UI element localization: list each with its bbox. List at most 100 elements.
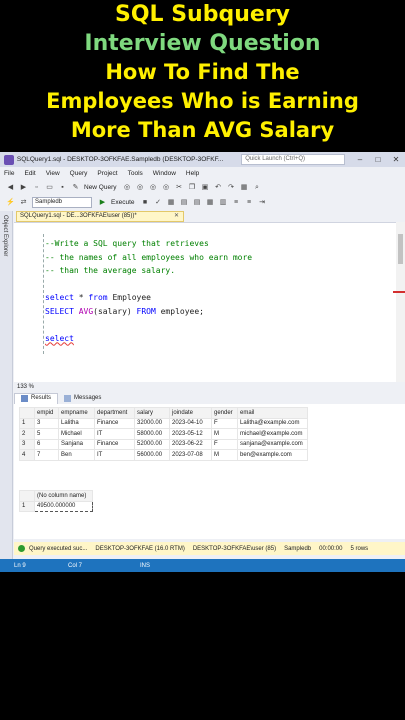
table-cell[interactable]: IT — [94, 428, 135, 440]
grid-corner[interactable] — [19, 407, 35, 419]
col-header[interactable]: empname — [58, 407, 95, 419]
table-cell[interactable]: 58000.00 — [134, 428, 170, 440]
table-cell[interactable]: 7 — [34, 449, 59, 461]
table-cell[interactable]: Ben — [58, 449, 95, 461]
sql-code[interactable]: --Write a SQL query that retrieves -- th… — [45, 237, 252, 345]
table-cell[interactable]: F — [211, 417, 238, 429]
undo-icon[interactable]: ↶ — [214, 183, 223, 192]
redo-icon[interactable]: ↷ — [227, 183, 236, 192]
table-cell[interactable]: 2023-06-22 — [169, 438, 212, 450]
debug-icon[interactable]: ▦ — [240, 183, 249, 192]
table-cell[interactable]: M — [211, 428, 238, 440]
menu-file[interactable]: File — [4, 170, 14, 177]
col-header[interactable]: (No column name) — [34, 490, 93, 502]
minimize-icon[interactable]: – — [351, 155, 369, 164]
connect-icon[interactable]: ⚡ — [6, 198, 15, 207]
table-cell[interactable]: 5 — [34, 428, 59, 440]
row-number[interactable]: 4 — [19, 449, 35, 461]
menu-edit[interactable]: Edit — [24, 170, 35, 177]
indent-icon[interactable]: ⇥ — [258, 198, 267, 207]
dmx-icon[interactable]: ◎ — [149, 183, 158, 192]
quick-launch-input[interactable]: Quick Launch (Ctrl+Q) — [241, 154, 345, 165]
table-cell[interactable]: 2023-04-10 — [169, 417, 212, 429]
plan-icon[interactable]: ▦ — [167, 198, 176, 207]
close-icon[interactable]: ✕ — [387, 155, 405, 164]
col-header[interactable]: joindate — [169, 407, 212, 419]
xmla-icon[interactable]: ◎ — [162, 183, 171, 192]
menu-project[interactable]: Project — [97, 170, 117, 177]
back-icon[interactable]: ◀ — [6, 183, 15, 192]
results-grid-icon[interactable]: ▦ — [206, 198, 215, 207]
col-header[interactable]: department — [94, 407, 135, 419]
save-icon[interactable]: ▪ — [58, 183, 67, 192]
menu-help[interactable]: Help — [186, 170, 199, 177]
row-number[interactable]: 1 — [19, 500, 35, 512]
results-file-icon[interactable]: ▥ — [219, 198, 228, 207]
row-number[interactable]: 3 — [19, 438, 35, 450]
table-cell[interactable]: 3 — [34, 417, 59, 429]
menu-tools[interactable]: Tools — [128, 170, 143, 177]
database-select[interactable]: Sampledb — [32, 197, 92, 208]
editor-vertical-scrollbar[interactable] — [396, 222, 405, 382]
table-cell[interactable]: Finance — [94, 417, 135, 429]
table-cell[interactable]: 2023-07-08 — [169, 449, 212, 461]
row-number[interactable]: 1 — [19, 417, 35, 429]
new-query-button[interactable]: New Query — [84, 184, 117, 191]
comment-icon[interactable]: ≡ — [232, 198, 241, 207]
col-header[interactable]: salary — [134, 407, 170, 419]
table-cell[interactable]: 32000.00 — [134, 417, 170, 429]
col-header[interactable]: empid — [34, 407, 59, 419]
tab-sqlquery1[interactable]: SQLQuery1.sql - DE...3OFKFAE\user (85))*… — [16, 211, 184, 222]
grid-corner[interactable] — [19, 490, 35, 502]
zoom-level-select[interactable]: 133 % — [17, 384, 34, 390]
find-icon[interactable]: ⌕ — [253, 183, 262, 192]
table-cell[interactable]: F — [211, 438, 238, 450]
cut-icon[interactable]: ✂ — [175, 183, 184, 192]
table-cell[interactable]: michael@example.com — [237, 428, 308, 440]
editor-scroll-thumb[interactable] — [398, 234, 403, 264]
execute-button[interactable]: Execute — [111, 199, 135, 206]
tab-close-icon[interactable]: ✕ — [174, 212, 179, 221]
table-cell[interactable]: Lalitha@example.com — [237, 417, 308, 429]
row-number[interactable]: 2 — [19, 428, 35, 440]
table-cell[interactable]: M — [211, 449, 238, 461]
results-text-icon[interactable]: ▤ — [193, 198, 202, 207]
table-cell[interactable]: 56000.00 — [134, 449, 170, 461]
menu-view[interactable]: View — [46, 170, 60, 177]
paste-icon[interactable]: ▣ — [201, 183, 210, 192]
table-cell[interactable]: 2023-05-12 — [169, 428, 212, 440]
table-row: 3 6 Sanjana Finance 52000.00 2023-06-22 … — [19, 438, 308, 450]
table-cell[interactable]: 52000.00 — [134, 438, 170, 450]
table-cell[interactable]: Finance — [94, 438, 135, 450]
menu-window[interactable]: Window — [153, 170, 176, 177]
query-editor[interactable]: --Write a SQL query that retrieves -- th… — [14, 222, 396, 383]
query-options-icon[interactable]: ▤ — [180, 198, 189, 207]
table-cell[interactable]: Sanjana — [58, 438, 95, 450]
change-connection-icon[interactable]: ⇄ — [19, 198, 28, 207]
table-cell[interactable]: ben@example.com — [237, 449, 308, 461]
col-header[interactable]: gender — [211, 407, 238, 419]
table-cell[interactable]: IT — [94, 449, 135, 461]
maximize-icon[interactable]: □ — [369, 155, 387, 164]
table-cell[interactable]: Lalitha — [58, 417, 95, 429]
table-cell[interactable]: Michael — [58, 428, 95, 440]
copy-icon[interactable]: ❐ — [188, 183, 197, 192]
stop-icon[interactable]: ■ — [141, 198, 150, 207]
col-header[interactable]: email — [237, 407, 308, 419]
mdx-icon[interactable]: ◎ — [136, 183, 145, 192]
table-cell[interactable]: 6 — [34, 438, 59, 450]
execute-icon[interactable]: ▶ — [98, 198, 107, 207]
new-query-icon[interactable]: ✎ — [71, 183, 80, 192]
object-explorer-strip[interactable]: Object Explorer — [0, 211, 13, 566]
tab-results[interactable]: Results — [14, 392, 59, 404]
db-query-icon[interactable]: ◎ — [123, 183, 132, 192]
open-icon[interactable]: ▭ — [45, 183, 54, 192]
parse-icon[interactable]: ✓ — [154, 198, 163, 207]
table-cell[interactable]: 49500.000000 — [34, 500, 93, 512]
new-file-icon[interactable]: ▫ — [32, 183, 41, 192]
uncomment-icon[interactable]: ≡ — [245, 198, 254, 207]
tab-messages[interactable]: Messages — [58, 393, 107, 404]
table-cell[interactable]: sanjana@example.com — [237, 438, 308, 450]
forward-icon[interactable]: ▶ — [19, 183, 28, 192]
menu-query[interactable]: Query — [70, 170, 88, 177]
